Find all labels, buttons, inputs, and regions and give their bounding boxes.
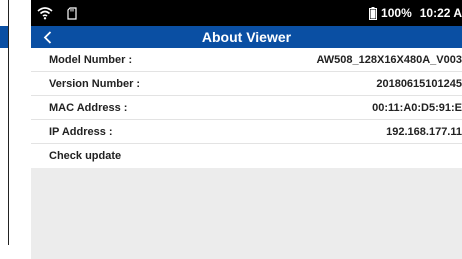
background-window-accent — [0, 26, 8, 48]
ip-address-row: IP Address : 192.168.177.11 — [31, 120, 462, 144]
back-button[interactable] — [43, 26, 67, 48]
version-number-row: Version Number : 20180615101245 — [31, 72, 462, 96]
ip-address-value: 192.168.177.11 — [386, 125, 462, 138]
page-title: About Viewer — [201, 29, 292, 45]
status-bar: 100% 10:22 A — [31, 0, 462, 26]
battery-percent: 100% — [381, 6, 412, 20]
check-update-label: Check update — [49, 150, 122, 162]
ip-address-label: IP Address : — [49, 125, 113, 138]
mac-address-row: MAC Address : 00:11:A0:D5:91:E — [31, 96, 462, 120]
device-screen: 100% 10:22 A About Viewer Model Number :… — [31, 0, 462, 259]
version-number-label: Version Number : — [49, 77, 141, 90]
background-window-panel — [0, 0, 9, 245]
model-number-value: AW508_128X16X480A_V003 — [316, 53, 462, 66]
model-number-row: Model Number : AW508_128X16X480A_V003 — [31, 48, 462, 72]
info-list: Model Number : AW508_128X16X480A_V003 Ve… — [31, 48, 462, 168]
battery-icon — [369, 6, 378, 20]
chevron-left-icon — [43, 30, 52, 44]
check-update-button[interactable]: Check update — [31, 144, 462, 168]
status-time: 10:22 A — [419, 6, 462, 20]
sd-card-icon — [67, 6, 77, 20]
version-number-value: 20180615101245 — [376, 77, 462, 90]
wifi-icon — [37, 6, 53, 20]
model-number-label: Model Number : — [49, 53, 133, 66]
title-bar: About Viewer — [31, 26, 462, 48]
mac-address-value: 00:11:A0:D5:91:E — [372, 101, 462, 114]
mac-address-label: MAC Address : — [49, 101, 128, 114]
